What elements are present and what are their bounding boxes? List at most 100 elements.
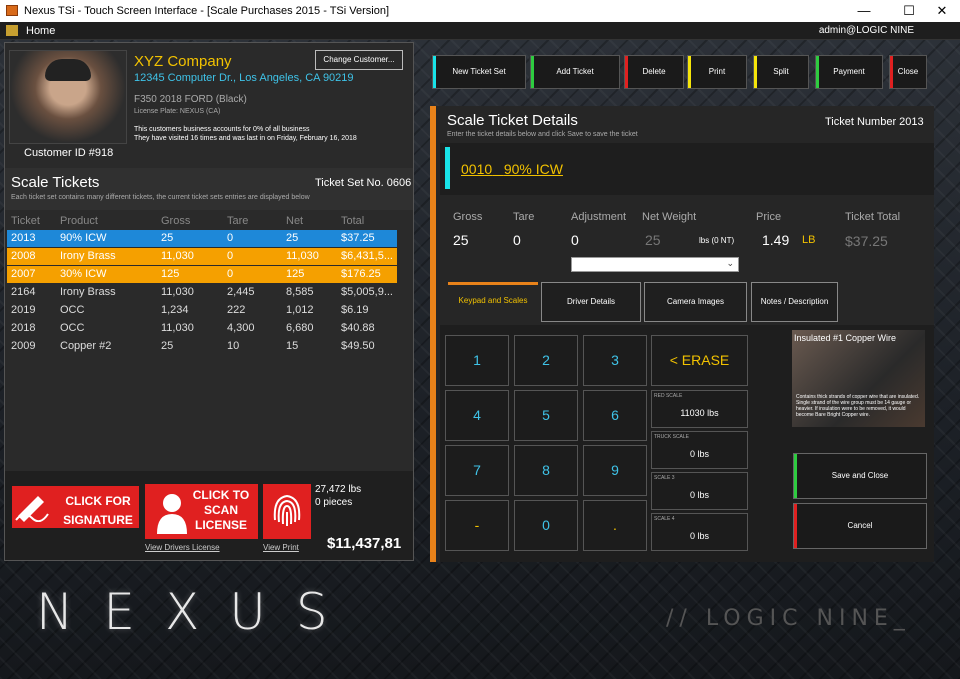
product-link[interactable]: 0010 90% ICW <box>461 161 563 177</box>
adjustment-value[interactable]: 0 <box>571 232 579 248</box>
toolbar-delete-button[interactable]: Delete <box>624 55 684 89</box>
ticket-set-total: $11,437,81 <box>327 535 402 552</box>
cancel-button[interactable]: Cancel <box>793 503 927 549</box>
tab-notes-description[interactable]: Notes / Description <box>751 282 838 322</box>
cell-ticket: 2164 <box>11 286 36 298</box>
fingerprint-button[interactable] <box>263 484 311 539</box>
gross-value[interactable]: 25 <box>453 232 469 248</box>
toolbar-split-button[interactable]: Split <box>753 55 809 89</box>
product-accent <box>445 147 450 189</box>
table-row[interactable]: 2018 OCC 11,030 4,300 6,680 $40.88 <box>7 320 397 337</box>
table-row[interactable]: 2008 Irony Brass 11,030 0 11,030 $6,431,5... <box>7 248 397 265</box>
scan-license-button[interactable]: CLICK TO SCAN LICENSE <box>145 484 258 539</box>
table-row[interactable]: 2164 Irony Brass 11,030 2,445 8,585 $5,005,9.… <box>7 284 397 301</box>
current-user: admin@LOGIC NINE <box>818 25 914 36</box>
change-customer-button[interactable]: Change Customer... <box>315 50 403 70</box>
cell-gross: 11,030 <box>161 322 194 334</box>
toolbar-add-ticket-button[interactable]: Add Ticket <box>530 55 620 89</box>
view-print-link[interactable]: View Print <box>263 543 299 552</box>
key-6[interactable]: 6 <box>583 390 647 441</box>
product-name: 90% ICW <box>503 161 563 177</box>
adjustment-label: Adjustment <box>571 211 627 223</box>
cell-ticket: 2008 <box>11 250 36 262</box>
cell-total: $5,005,9... <box>341 286 393 298</box>
cell-ticket: 2018 <box>11 322 36 334</box>
toolbar-label: Payment <box>833 67 865 76</box>
menu-home[interactable]: Home <box>26 25 55 37</box>
view-drivers-license-link[interactable]: View Drivers License <box>145 543 220 552</box>
scale-readout[interactable]: SCALE 4 0 lbs <box>651 513 748 551</box>
toolbar-label: Add Ticket <box>556 67 594 76</box>
scale-readout[interactable]: SCALE 3 0 lbs <box>651 472 748 510</box>
cell-tare: 222 <box>227 304 246 316</box>
maximize-button[interactable]: ☐ <box>893 0 925 22</box>
toolbar-new-ticket-set-button[interactable]: New Ticket Set <box>432 55 526 89</box>
col-total: Total <box>341 215 365 227</box>
toolbar-accent <box>531 56 534 88</box>
tickets-description: Each ticket set contains many different … <box>11 194 310 201</box>
close-window-button[interactable]: ✕ <box>926 0 958 22</box>
table-row[interactable]: 2007 30% ICW 125 0 125 $176.25 <box>7 266 397 283</box>
cell-gross: 11,030 <box>161 250 194 262</box>
table-row[interactable]: 2013 90% ICW 25 0 25 $37.25 <box>7 230 397 247</box>
toolbar-accent <box>433 56 436 88</box>
scale-label: RED SCALE <box>654 393 683 399</box>
erase-button[interactable]: < ERASE <box>651 335 748 386</box>
tare-value[interactable]: 0 <box>513 232 521 248</box>
signature-button[interactable]: CLICK FOR SIGNATURE <box>12 486 139 528</box>
price-value[interactable]: 1.49 <box>762 232 789 248</box>
toolbar-accent <box>754 56 757 88</box>
scale-value: 11030 lbs <box>680 408 719 418</box>
adjustment-select[interactable]: ⌄ <box>571 257 739 272</box>
scale-readout[interactable]: TRUCK SCALE 0 lbs <box>651 431 748 469</box>
key-3[interactable]: 3 <box>583 335 647 386</box>
key-0[interactable]: 0 <box>514 500 578 551</box>
menu-icon <box>6 25 18 36</box>
key-5[interactable]: 5 <box>514 390 578 441</box>
table-row[interactable]: 2009 Copper #2 25 10 15 $49.50 <box>7 338 397 355</box>
tab-label: Driver Details <box>566 297 615 306</box>
key-8[interactable]: 8 <box>514 445 578 496</box>
cell-product: Irony Brass <box>60 286 116 298</box>
key-7[interactable]: 7 <box>445 445 509 496</box>
toolbar-payment-button[interactable]: Payment <box>815 55 883 89</box>
toolbar-accent <box>688 56 691 88</box>
toolbar-print-button[interactable]: Print <box>687 55 747 89</box>
ticket-total-label: Ticket Total <box>845 211 901 223</box>
scale-tickets-title: Scale Tickets <box>11 174 100 191</box>
key-2[interactable]: 2 <box>514 335 578 386</box>
cell-tare: 10 <box>227 340 240 352</box>
key-1[interactable]: 1 <box>445 335 509 386</box>
save-accent <box>794 454 797 498</box>
save-label: Save and Close <box>831 471 889 480</box>
cell-tare: 4,300 <box>227 322 255 334</box>
fingerprint-icon <box>273 494 301 526</box>
col-gross: Gross <box>161 215 191 227</box>
cell-net: 15 <box>286 340 299 352</box>
minimize-button[interactable]: — <box>848 0 880 22</box>
tab-driver-details[interactable]: Driver Details <box>541 282 641 322</box>
tab-keypad-scales[interactable]: Keypad and Scales <box>448 282 538 322</box>
cell-tare: 0 <box>227 268 234 280</box>
key-9[interactable]: 9 <box>583 445 647 496</box>
key-minus[interactable]: - <box>445 500 509 551</box>
col-ticket: Ticket <box>11 215 40 227</box>
ticket-set-number: Ticket Set No. 0606 <box>315 177 412 189</box>
key-4[interactable]: 4 <box>445 390 509 441</box>
col-tare: Tare <box>227 215 249 227</box>
nexus-logo: NEXUS <box>36 583 358 641</box>
pen-icon <box>15 496 49 522</box>
toolbar-close-button[interactable]: Close <box>889 55 927 89</box>
cell-net: 25 <box>286 232 299 244</box>
cell-product: OCC <box>60 304 85 316</box>
tab-camera-images[interactable]: Camera Images <box>644 282 747 322</box>
toolbar-accent <box>890 56 893 88</box>
key-decimal[interactable]: . <box>583 500 647 551</box>
scale-label: SCALE 3 <box>654 475 675 481</box>
save-and-close-button[interactable]: Save and Close <box>793 453 927 499</box>
table-row[interactable]: 2019 OCC 1,234 222 1,012 $6.19 <box>7 302 397 319</box>
scale-readout[interactable]: RED SCALE 11030 lbs <box>651 390 748 428</box>
cell-gross: 1,234 <box>161 304 189 316</box>
price-unit: LB <box>802 234 816 246</box>
ticket-total-value: $37.25 <box>845 233 888 249</box>
